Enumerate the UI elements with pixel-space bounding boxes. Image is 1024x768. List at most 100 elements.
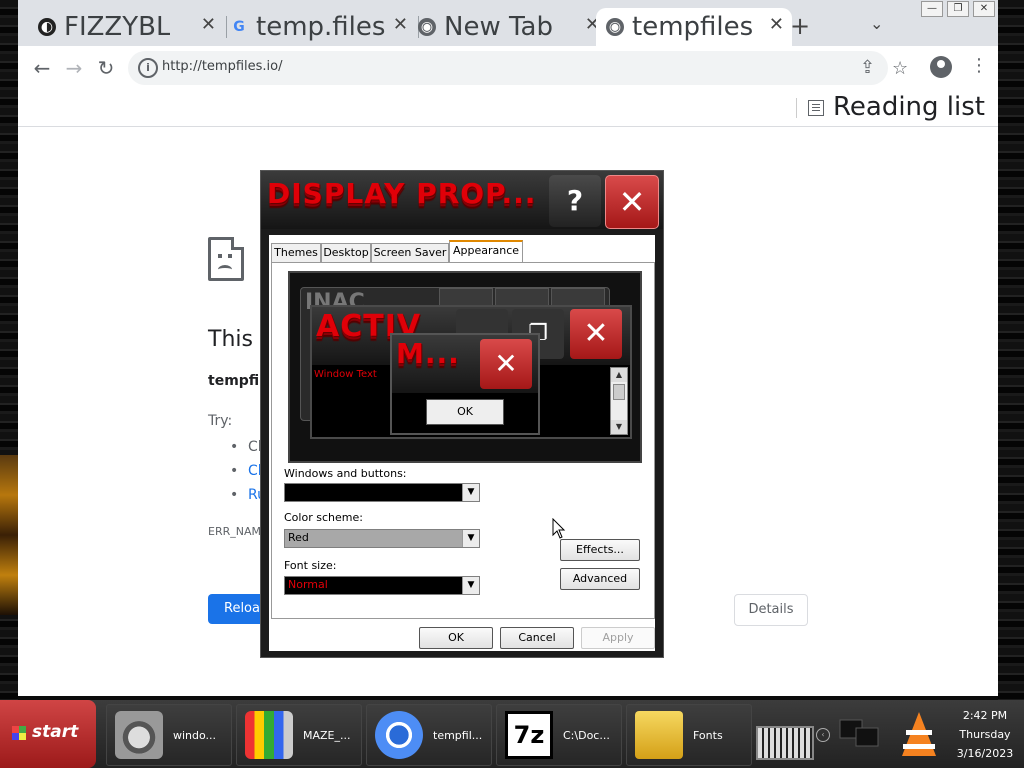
ok-button[interactable]: OK [419, 627, 493, 649]
preview-ok-button: OK [426, 399, 504, 425]
menu-kebab-icon[interactable]: ⋮ [970, 55, 988, 76]
clock-date: 3/16/2023 [956, 747, 1014, 760]
sad-file-mouth [218, 265, 232, 274]
help-button[interactable]: ? [549, 175, 601, 227]
network-tray-icon[interactable] [834, 706, 888, 762]
globe-icon: ◉ [606, 18, 624, 36]
color-scheme-label: Color scheme: [284, 511, 363, 524]
site-info-icon[interactable]: i [138, 58, 158, 78]
tab-appearance[interactable]: Appearance [449, 240, 523, 263]
clock-time: 2:42 PM [962, 709, 1008, 722]
details-button[interactable]: Details [734, 594, 808, 626]
chevron-down-icon[interactable]: ▼ [462, 484, 479, 501]
tab-separator [226, 16, 227, 38]
start-label: start [32, 722, 79, 742]
preview-close-icon: ✕ [570, 309, 622, 359]
taskbar-item[interactable]: Fonts [626, 704, 752, 766]
reading-list-icon[interactable] [808, 100, 824, 116]
preview-window-text: Window Text [314, 369, 377, 380]
vlc-tray-icon[interactable] [892, 706, 946, 762]
desktop-background-right [998, 0, 1024, 700]
taskbar-item-label: windo... [173, 729, 217, 742]
tab-strip: ◐ FIZZYBL ✕ G temp.files ✕ ◉ New Tab ✕ ◉… [18, 0, 998, 46]
reload-icon[interactable]: ↻ [94, 56, 118, 80]
close-tab-icon[interactable]: ✕ [393, 14, 408, 35]
address-bar[interactable]: i http://tempfiles.io/ ⇪ [128, 51, 888, 85]
effects-button[interactable]: Effects... [560, 539, 640, 561]
tab-desktop[interactable]: Desktop [321, 243, 371, 262]
browser-tab-1[interactable]: ◐ FIZZYBL ✕ [38, 8, 224, 46]
color-scheme-select[interactable]: Red ▼ [284, 529, 480, 548]
new-tab-button[interactable]: + [790, 12, 810, 40]
close-tab-icon[interactable]: ✕ [201, 14, 216, 35]
advanced-button[interactable]: Advanced [560, 568, 640, 590]
scroll-thumb [613, 384, 625, 400]
dialog-close-button[interactable]: ✕ [605, 175, 659, 229]
clock-day: Thursday [959, 728, 1011, 741]
reading-list-button[interactable]: Reading list [833, 92, 985, 122]
browser-tab-active[interactable]: ◉ tempfiles ✕ [596, 8, 792, 46]
address-url[interactable]: http://tempfiles.io/ [162, 59, 283, 74]
cancel-button[interactable]: Cancel [500, 627, 574, 649]
start-button[interactable]: start [0, 700, 96, 768]
font-size-label: Font size: [284, 559, 337, 572]
windows-flag-icon [12, 726, 26, 740]
appearance-panel: INAC ACTIV ❐ ✕ Window Text ▲ [271, 262, 655, 619]
dialog-titlebar[interactable]: DISPLAY PROP... ? ✕ [261, 171, 663, 229]
network-computers-icon [839, 719, 879, 747]
system-clock[interactable]: 2:42 PM Thursday 3/16/2023 [950, 706, 1020, 763]
raccoon-icon [115, 711, 163, 759]
7zip-icon: 7z [505, 711, 553, 759]
tab-themes[interactable]: Themes [271, 243, 321, 262]
google-icon: G [233, 19, 245, 35]
close-window-button[interactable]: ✕ [973, 1, 995, 17]
preview-scrollbar: ▲ ▼ [610, 367, 628, 435]
minimize-button[interactable]: — [921, 1, 943, 17]
error-host: tempfil [208, 373, 264, 389]
profile-avatar-icon[interactable] [930, 56, 952, 78]
apply-button[interactable]: Apply [581, 627, 655, 649]
forward-button[interactable]: → [62, 56, 86, 80]
dialog-title: DISPLAY PROP... [267, 177, 537, 210]
vlc-cone-icon [902, 712, 936, 756]
taskbar-item[interactable]: windo... [106, 704, 232, 766]
bookmark-star-icon[interactable]: ☆ [892, 58, 908, 79]
preview-message-close-icon: ✕ [480, 339, 532, 389]
windows-buttons-label: Windows and buttons: [284, 467, 407, 480]
tab-screen-saver[interactable]: Screen Saver [371, 243, 449, 262]
taskbar-item[interactable]: 7z C:\Doc... [496, 704, 622, 766]
taskbar-item[interactable]: tempfil... [366, 704, 492, 766]
tab-title: tempfiles [632, 12, 754, 42]
preview-message-title: M... [396, 337, 460, 370]
tab-search-button[interactable]: ⌄ [870, 14, 883, 33]
taskbar-item[interactable]: MAZE_... [236, 704, 362, 766]
desktop-wallpaper-glow [0, 455, 18, 615]
window-controls: — ❐ ✕ [921, 1, 995, 17]
back-button[interactable]: ← [30, 56, 54, 80]
tab-title: temp.files [256, 12, 386, 42]
preview-message-box: M... ✕ OK [390, 333, 540, 435]
windows-buttons-select[interactable]: ▼ [284, 483, 480, 502]
browser-tab-2[interactable]: G temp.files ✕ [230, 8, 416, 46]
appearance-preview: INAC ACTIV ❐ ✕ Window Text ▲ [288, 271, 642, 463]
tab-title: New Tab [444, 12, 553, 42]
share-icon[interactable]: ⇪ [860, 57, 875, 78]
browser-tab-3[interactable]: ◉ New Tab ✕ [418, 8, 608, 46]
close-tab-icon[interactable]: ✕ [769, 14, 784, 35]
tray-expand-icon[interactable]: ‹ [816, 728, 830, 742]
bookmarks-bar: Reading list [18, 90, 998, 127]
tab-title: FIZZYBL [64, 12, 171, 42]
try-label: Try: [208, 413, 233, 429]
chevron-down-icon[interactable]: ▼ [462, 530, 479, 547]
chevron-down-icon[interactable]: ▼ [462, 577, 479, 594]
display-properties-dialog: DISPLAY PROP... ? ✕ Themes Desktop Scree… [260, 170, 664, 658]
dialog-body: Themes Desktop Screen Saver Appearance I… [269, 235, 655, 651]
restore-button[interactable]: ❐ [947, 1, 969, 17]
browser-toolbar: ← → ↻ i http://tempfiles.io/ ⇪ ☆ ⋮ [18, 46, 998, 90]
font-size-select[interactable]: Normal ▼ [284, 576, 480, 595]
globe-dark-icon: ◐ [38, 18, 56, 36]
globe-icon: ◉ [418, 18, 436, 36]
color-scheme-value: Red [288, 531, 309, 544]
keyboard-tray-icon[interactable] [756, 726, 814, 760]
bookmarks-separator [796, 98, 797, 118]
